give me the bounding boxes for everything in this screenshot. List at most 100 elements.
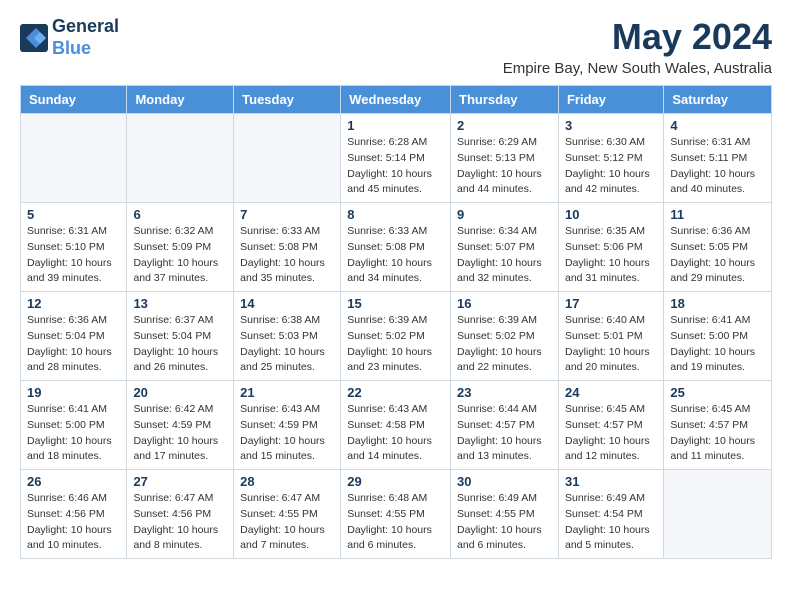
- calendar-cell: 2Sunrise: 6:29 AM Sunset: 5:13 PM Daylig…: [451, 114, 559, 203]
- day-number: 23: [457, 385, 552, 400]
- day-number: 24: [565, 385, 657, 400]
- calendar-cell: 15 Sunrise: 6:39 AM Sunset: 5:02 PM Dayli…: [341, 292, 451, 381]
- day-info: Sunrise: 6:36 AM Sunset: 5:05 PM Dayligh…: [670, 224, 765, 287]
- day-info: Sunrise: 6:39 AM Sunset: 5:02 PM Dayligh…: [457, 313, 552, 376]
- day-number: 9: [457, 207, 552, 222]
- day-info: Sunrise: 6:31 AM Sunset: 5:11 PM Dayligh…: [670, 135, 765, 198]
- day-info: Sunrise: 6:44 AM Sunset: 4:57 PM Dayligh…: [457, 402, 552, 465]
- day-number: 1: [347, 118, 444, 133]
- calendar-cell: 23 Sunrise: 6:44 AM Sunset: 4:57 PM Dayli…: [451, 381, 559, 470]
- weekday-tuesday: Tuesday: [234, 86, 341, 114]
- day-number: 25: [670, 385, 765, 400]
- day-number: 11: [670, 207, 765, 222]
- day-info: Sunrise: 6:33 AM Sunset: 5:08 PM Dayligh…: [347, 224, 444, 287]
- day-info: Sunrise: 6:37 AM Sunset: 5:04 PM Dayligh…: [133, 313, 227, 376]
- calendar-header: SundayMondayTuesdayWednesdayThursdayFrid…: [21, 86, 772, 114]
- day-number: 28: [240, 474, 334, 489]
- day-info: Sunrise: 6:48 AM Sunset: 4:55 PM Dayligh…: [347, 491, 444, 554]
- calendar-cell: 26Sunrise: 6:46 AM Sunset: 4:56 PM Dayli…: [21, 470, 127, 559]
- day-number: 7: [240, 207, 334, 222]
- weekday-wednesday: Wednesday: [341, 86, 451, 114]
- day-info: Sunrise: 6:43 AM Sunset: 4:58 PM Dayligh…: [347, 402, 444, 465]
- month-title: May 2024: [503, 16, 772, 58]
- day-number: 13: [133, 296, 227, 311]
- logo-text: General Blue: [52, 16, 119, 59]
- weekday-saturday: Saturday: [664, 86, 772, 114]
- day-info: Sunrise: 6:43 AM Sunset: 4:59 PM Dayligh…: [240, 402, 334, 465]
- calendar-cell: 11 Sunrise: 6:36 AM Sunset: 5:05 PM Dayli…: [664, 203, 772, 292]
- logo-icon: [20, 24, 48, 52]
- calendar-cell: 5 Sunrise: 6:31 AM Sunset: 5:10 PM Daylig…: [21, 203, 127, 292]
- calendar-cell: 10Sunrise: 6:35 AM Sunset: 5:06 PM Dayli…: [558, 203, 663, 292]
- day-info: Sunrise: 6:45 AM Sunset: 4:57 PM Dayligh…: [670, 402, 765, 465]
- day-info: Sunrise: 6:40 AM Sunset: 5:01 PM Dayligh…: [565, 313, 657, 376]
- day-number: 14: [240, 296, 334, 311]
- day-number: 18: [670, 296, 765, 311]
- day-info: Sunrise: 6:45 AM Sunset: 4:57 PM Dayligh…: [565, 402, 657, 465]
- day-number: 16: [457, 296, 552, 311]
- weekday-sunday: Sunday: [21, 86, 127, 114]
- weekday-monday: Monday: [127, 86, 234, 114]
- day-info: Sunrise: 6:49 AM Sunset: 4:55 PM Dayligh…: [457, 491, 552, 554]
- calendar-cell: 18 Sunrise: 6:41 AM Sunset: 5:00 PM Dayli…: [664, 292, 772, 381]
- calendar-wrap: SundayMondayTuesdayWednesdayThursdayFrid…: [0, 85, 792, 569]
- calendar-cell: 4Sunrise: 6:31 AM Sunset: 5:11 PM Daylig…: [664, 114, 772, 203]
- day-info: Sunrise: 6:42 AM Sunset: 4:59 PM Dayligh…: [133, 402, 227, 465]
- calendar-cell: 30Sunrise: 6:49 AM Sunset: 4:55 PM Dayli…: [451, 470, 559, 559]
- calendar-cell: 7 Sunrise: 6:33 AM Sunset: 5:08 PM Daylig…: [234, 203, 341, 292]
- day-info: Sunrise: 6:46 AM Sunset: 4:56 PM Dayligh…: [27, 491, 120, 554]
- calendar-cell: 8 Sunrise: 6:33 AM Sunset: 5:08 PM Daylig…: [341, 203, 451, 292]
- day-number: 29: [347, 474, 444, 489]
- weekday-header-row: SundayMondayTuesdayWednesdayThursdayFrid…: [21, 86, 772, 114]
- calendar-table: SundayMondayTuesdayWednesdayThursdayFrid…: [20, 85, 772, 559]
- day-number: 17: [565, 296, 657, 311]
- page-header: General Blue May 2024 Empire Bay, New So…: [0, 0, 792, 85]
- day-number: 2: [457, 118, 552, 133]
- day-info: Sunrise: 6:39 AM Sunset: 5:02 PM Dayligh…: [347, 313, 444, 376]
- day-number: 6: [133, 207, 227, 222]
- calendar-cell: 27Sunrise: 6:47 AM Sunset: 4:56 PM Dayli…: [127, 470, 234, 559]
- day-number: 10: [565, 207, 657, 222]
- day-number: 19: [27, 385, 120, 400]
- calendar-week-2: 12 Sunrise: 6:36 AM Sunset: 5:04 PM Dayli…: [21, 292, 772, 381]
- calendar-cell: 25 Sunrise: 6:45 AM Sunset: 4:57 PM Dayli…: [664, 381, 772, 470]
- day-info: Sunrise: 6:41 AM Sunset: 5:00 PM Dayligh…: [670, 313, 765, 376]
- calendar-cell: 19 Sunrise: 6:41 AM Sunset: 5:00 PM Dayli…: [21, 381, 127, 470]
- calendar-cell: 6Sunrise: 6:32 AM Sunset: 5:09 PM Daylig…: [127, 203, 234, 292]
- day-number: 8: [347, 207, 444, 222]
- day-info: Sunrise: 6:36 AM Sunset: 5:04 PM Dayligh…: [27, 313, 120, 376]
- day-number: 12: [27, 296, 120, 311]
- day-number: 21: [240, 385, 334, 400]
- weekday-friday: Friday: [558, 86, 663, 114]
- calendar-week-3: 19 Sunrise: 6:41 AM Sunset: 5:00 PM Dayli…: [21, 381, 772, 470]
- day-info: Sunrise: 6:33 AM Sunset: 5:08 PM Dayligh…: [240, 224, 334, 287]
- day-info: Sunrise: 6:38 AM Sunset: 5:03 PM Dayligh…: [240, 313, 334, 376]
- day-info: Sunrise: 6:47 AM Sunset: 4:55 PM Dayligh…: [240, 491, 334, 554]
- day-number: 3: [565, 118, 657, 133]
- calendar-cell: 9Sunrise: 6:34 AM Sunset: 5:07 PM Daylig…: [451, 203, 559, 292]
- day-info: Sunrise: 6:31 AM Sunset: 5:10 PM Dayligh…: [27, 224, 120, 287]
- calendar-cell: [127, 114, 234, 203]
- calendar-cell: 22Sunrise: 6:43 AM Sunset: 4:58 PM Dayli…: [341, 381, 451, 470]
- weekday-thursday: Thursday: [451, 86, 559, 114]
- calendar-cell: [21, 114, 127, 203]
- day-number: 5: [27, 207, 120, 222]
- logo-line1: General: [52, 16, 119, 38]
- day-info: Sunrise: 6:47 AM Sunset: 4:56 PM Dayligh…: [133, 491, 227, 554]
- calendar-cell: 12 Sunrise: 6:36 AM Sunset: 5:04 PM Dayli…: [21, 292, 127, 381]
- day-info: Sunrise: 6:49 AM Sunset: 4:54 PM Dayligh…: [565, 491, 657, 554]
- day-number: 31: [565, 474, 657, 489]
- location: Empire Bay, New South Wales, Australia: [503, 60, 772, 77]
- day-number: 15: [347, 296, 444, 311]
- day-number: 20: [133, 385, 227, 400]
- calendar-cell: 13 Sunrise: 6:37 AM Sunset: 5:04 PM Dayli…: [127, 292, 234, 381]
- calendar-week-0: 1Sunrise: 6:28 AM Sunset: 5:14 PM Daylig…: [21, 114, 772, 203]
- calendar-cell: 3 Sunrise: 6:30 AM Sunset: 5:12 PM Daylig…: [558, 114, 663, 203]
- calendar-cell: 17 Sunrise: 6:40 AM Sunset: 5:01 PM Dayli…: [558, 292, 663, 381]
- day-info: Sunrise: 6:30 AM Sunset: 5:12 PM Dayligh…: [565, 135, 657, 198]
- logo: General Blue: [20, 16, 119, 59]
- day-info: Sunrise: 6:41 AM Sunset: 5:00 PM Dayligh…: [27, 402, 120, 465]
- title-section: May 2024 Empire Bay, New South Wales, Au…: [503, 16, 772, 77]
- calendar-week-1: 5 Sunrise: 6:31 AM Sunset: 5:10 PM Daylig…: [21, 203, 772, 292]
- logo-line2: Blue: [52, 38, 119, 60]
